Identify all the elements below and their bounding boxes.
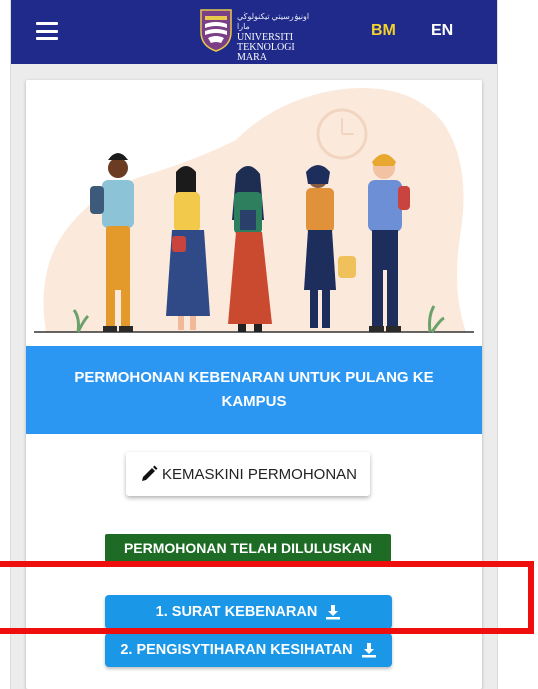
app-frame: اونيۏرسيتي تيكنولوڬي مارا UNIVERSITI TEK… [10,0,498,689]
download-icon [326,605,341,620]
students-illustration [34,88,474,333]
download-icon [361,643,376,658]
approved-status-badge: PERMOHONAN TELAH DILULUSKAN [105,534,391,562]
logo-arabic: اونيۏرسيتي تيكنولوڬي مارا [237,12,310,31]
pencil-icon [141,465,158,481]
download-permission-letter-button[interactable]: 1. SURAT KEBENARAN [105,595,392,629]
crest-icon [200,9,232,52]
logo-line-3: MARA [237,52,268,63]
uitm-logo: اونيۏرسيتي تيكنولوڬي مارا UNIVERSITI TEK… [199,8,314,63]
application-card: PERMOHONAN KEBENARAN UNTUK PULANG KE KAM… [26,80,482,689]
download-health-declaration-button[interactable]: 2. PENGISYTIHARAN KESIHATAN [105,633,392,667]
menu-icon[interactable] [36,22,58,40]
page-title-banner: PERMOHONAN KEBENARAN UNTUK PULANG KE KAM… [26,346,482,434]
lang-en-link[interactable]: EN [431,22,453,40]
download-2-label: 2. PENGISYTIHARAN KESIHATAN [120,642,353,658]
edit-application-button[interactable]: KEMASKINI PERMOHONAN [126,452,370,496]
download-1-label: 1. SURAT KEBENARAN [155,604,318,620]
lang-bm-link[interactable]: BM [371,22,396,40]
edit-application-label: KEMASKINI PERMOHONAN [161,465,358,483]
top-navbar: اونيۏرسيتي تيكنولوڬي مارا UNIVERSITI TEK… [11,0,497,64]
